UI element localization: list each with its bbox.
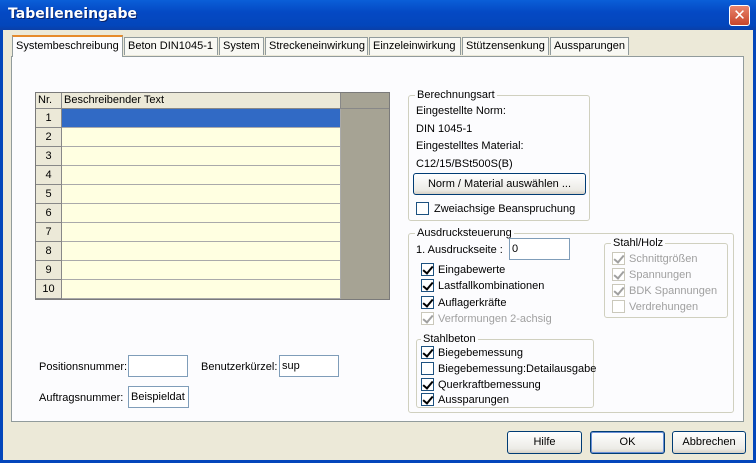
verformungen-label: Verformungen 2-achsig xyxy=(438,313,552,325)
eingabewerte-label: Eingabewerte xyxy=(438,264,506,276)
table-cell[interactable] xyxy=(62,128,341,147)
zweiachsig-checkbox[interactable] xyxy=(416,202,429,215)
dialog-window: Tabelleneingabe ✕ Systembeschreibung Bet… xyxy=(0,0,756,463)
eingabewerte-checkbox[interactable] xyxy=(421,263,434,276)
row-number[interactable]: 4 xyxy=(36,166,62,185)
row-number[interactable]: 7 xyxy=(36,223,62,242)
stahlbeton-title: Stahlbeton xyxy=(421,332,478,346)
row-number[interactable]: 9 xyxy=(36,261,62,280)
tab-beton-din1045-1[interactable]: Beton DIN1045-1 xyxy=(124,37,218,55)
biegebemessung-detail-label: Biegebemessung:Detailausgabe xyxy=(438,363,597,375)
tab-einzeleinwirkung[interactable]: Einzeleinwirkung xyxy=(369,37,461,55)
table-cell[interactable] xyxy=(62,280,341,299)
verdrehungen-label: Verdrehungen xyxy=(629,301,699,313)
tab-aussparungen[interactable]: Aussparungen xyxy=(550,37,629,55)
column-header-text: Beschreibender Text xyxy=(62,93,341,109)
title-bar[interactable]: Tabelleneingabe ✕ xyxy=(0,0,756,30)
positionsnummer-input[interactable] xyxy=(128,355,188,377)
norm-value: DIN 1045-1 xyxy=(416,123,473,135)
schnittgroessen-label: Schnittgrößen xyxy=(629,253,698,265)
row-number[interactable]: 10 xyxy=(36,280,62,299)
close-icon: ✕ xyxy=(733,6,746,24)
cancel-button[interactable]: Abbrechen xyxy=(672,431,746,454)
positionsnummer-label: Positionsnummer: xyxy=(39,361,128,373)
auflagerkraefte-checkbox[interactable] xyxy=(421,296,434,309)
table-cell[interactable] xyxy=(62,185,341,204)
benutzerkuerzel-label: Benutzerkürzel: xyxy=(201,361,278,373)
verformungen-checkbox xyxy=(421,312,434,325)
lastfallkombinationen-label: Lastfallkombinationen xyxy=(438,280,545,292)
tab-streckeneinwirkung[interactable]: Streckeneinwirkung xyxy=(265,37,368,55)
auftragsnummer-label: Auftragsnummer: xyxy=(39,392,124,404)
tab-stuetzensenkung[interactable]: Stützensenkung xyxy=(462,37,549,55)
spannungen-label: Spannungen xyxy=(629,269,692,281)
row-number[interactable]: 8 xyxy=(36,242,62,261)
table-cell[interactable] xyxy=(62,109,341,128)
row-number[interactable]: 3 xyxy=(36,147,62,166)
window-frame-left xyxy=(0,30,3,463)
spannungen-checkbox xyxy=(612,268,625,281)
close-button[interactable]: ✕ xyxy=(729,5,750,26)
biegebemessung-label: Biegebemessung xyxy=(438,347,524,359)
material-label: Eingestelltes Material: xyxy=(416,140,524,152)
querkraftbemessung-label: Querkraftbemessung xyxy=(438,379,541,391)
zweiachsig-label: Zweiachsige Beanspruchung xyxy=(434,203,576,215)
text-table[interactable]: Nr. Beschreibender Text 1 2 3 4 5 6 7 8 … xyxy=(35,92,390,300)
ausdruckseite-input[interactable]: 0 xyxy=(509,238,570,260)
ok-button[interactable]: OK xyxy=(590,431,665,454)
column-header-filler xyxy=(341,93,389,109)
bdk-spannungen-checkbox xyxy=(612,284,625,297)
ausdruckseite-label: 1. Ausdruckseite : xyxy=(416,244,503,256)
norm-material-select-button[interactable]: Norm / Material auswählen ... xyxy=(413,173,586,195)
table-cell[interactable] xyxy=(62,147,341,166)
auftragsnummer-input[interactable]: Beispieldat xyxy=(128,386,189,408)
norm-label: Eingestellte Norm: xyxy=(416,105,506,117)
berechnungsart-title: Berechnungsart xyxy=(415,88,497,102)
material-value: C12/15/BSt500S(B) xyxy=(416,158,513,170)
biegebemessung-detail-checkbox[interactable] xyxy=(421,362,434,375)
row-number[interactable]: 6 xyxy=(36,204,62,223)
table-cell[interactable] xyxy=(62,204,341,223)
ausdrucksteuerung-title: Ausdrucksteuerung xyxy=(415,226,514,240)
table-cell[interactable] xyxy=(62,166,341,185)
stahlholz-title: Stahl/Holz xyxy=(611,236,666,250)
tab-system[interactable]: System xyxy=(219,37,264,55)
schnittgroessen-checkbox xyxy=(612,252,625,265)
row-number[interactable]: 2 xyxy=(36,128,62,147)
table-cell[interactable] xyxy=(62,223,341,242)
help-button[interactable]: Hilfe xyxy=(507,431,582,454)
querkraftbemessung-checkbox[interactable] xyxy=(421,378,434,391)
auflagerkraefte-label: Auflagerkräfte xyxy=(438,297,507,309)
table-cell[interactable] xyxy=(62,242,341,261)
table-cell[interactable] xyxy=(62,261,341,280)
verdrehungen-checkbox xyxy=(612,300,625,313)
benutzerkuerzel-input[interactable]: sup xyxy=(279,355,339,377)
row-number[interactable]: 1 xyxy=(36,109,62,128)
biegebemessung-checkbox[interactable] xyxy=(421,346,434,359)
tab-systembeschreibung[interactable]: Systembeschreibung xyxy=(12,35,123,57)
aussparungen-label: Aussparungen xyxy=(438,394,509,406)
lastfallkombinationen-checkbox[interactable] xyxy=(421,279,434,292)
column-header-nr: Nr. xyxy=(36,93,62,109)
row-number[interactable]: 5 xyxy=(36,185,62,204)
window-title: Tabelleneingabe xyxy=(8,6,138,22)
aussparungen-checkbox[interactable] xyxy=(421,393,434,406)
bdk-spannungen-label: BDK Spannungen xyxy=(629,285,718,297)
